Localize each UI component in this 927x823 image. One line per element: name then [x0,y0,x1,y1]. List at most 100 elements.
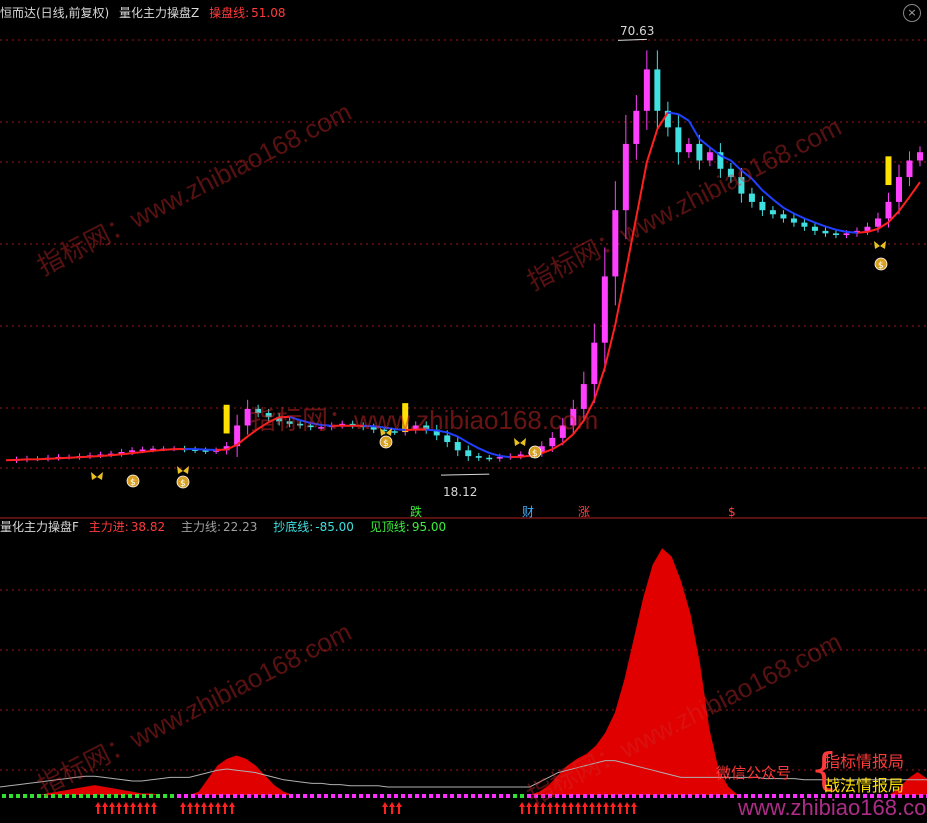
signal-dot [121,794,125,798]
candle-body [391,431,398,433]
signal-dot [156,794,160,798]
signal-dot [660,794,664,798]
candle-body [822,230,829,234]
candle-body [685,143,692,153]
signal-dot [261,794,265,798]
candle-body [790,218,797,223]
signal-dot [793,794,797,798]
buy-arrow [526,802,532,814]
signal-dot [597,794,601,798]
candle-body [780,214,787,219]
buy-arrow [229,802,235,814]
buy-arrow [575,802,581,814]
buy-arrow [201,802,207,814]
signal-dot [254,794,258,798]
candle-body [675,127,682,153]
signal-dot [751,794,755,798]
signal-dot [436,794,440,798]
candle-body [475,456,482,458]
signal-dot [247,794,251,798]
signal-bar-0 [223,404,230,434]
signal-dot [590,794,594,798]
buy-arrow [187,802,193,814]
signal-dot [471,794,475,798]
signal-dot [548,794,552,798]
buy-arrow [382,802,388,814]
candle-body [601,276,608,343]
signal-dot [9,794,13,798]
signal-dot [506,794,510,798]
buy-arrow [396,802,402,814]
candle-body [759,201,766,211]
candle-body [580,384,587,409]
candle-body [591,342,598,385]
buy-arrow [631,802,637,814]
candle-body [748,193,755,202]
signal-dot [674,794,678,798]
signal-dot [786,794,790,798]
signal-dot [51,794,55,798]
signal-dot [107,794,111,798]
buy-arrow [561,802,567,814]
signal-dot [72,794,76,798]
signal-dot [408,794,412,798]
signal-labels: 跌 财 涨 $ [410,504,736,519]
signal-dot [177,794,181,798]
candle-body [885,201,892,219]
signal-dot [527,794,531,798]
signal-dot [422,794,426,798]
signal-dot [583,794,587,798]
main-in-area-shape [0,548,927,795]
signal-dot [618,794,622,798]
signal-dot [723,794,727,798]
signal-dot [198,794,202,798]
candle-body [874,218,881,227]
buy-arrow [540,802,546,814]
signal-dot [219,794,223,798]
signal-dot [667,794,671,798]
buy-arrows [95,802,637,814]
candle-body [832,233,839,236]
candle-body [622,143,629,211]
signal-dot [611,794,615,798]
butterfly-icon [874,241,886,249]
signal-dot [373,794,377,798]
signal-dot [23,794,27,798]
signal-dot [184,794,188,798]
signal-dot [520,794,524,798]
signal-dot [772,794,776,798]
buy-arrow [568,802,574,814]
candle-body [496,456,503,459]
butterfly-icon [514,438,526,446]
signal-dot [765,794,769,798]
signal-dot [688,794,692,798]
candle-body [486,457,493,460]
signal-dot [653,794,657,798]
signal-dot [282,794,286,798]
signal-dot [100,794,104,798]
money-bag-glyph: $ [180,479,186,489]
promo-line-1: 指标情报局 [824,752,905,771]
signal-dot [233,794,237,798]
signal-dot [93,794,97,798]
money-bag-glyph: $ [130,478,136,488]
chart-canvas[interactable]: $ $ $ $ $ 70.63 18.12 跌 财 涨 $ [0,0,927,823]
signal-dot [800,794,804,798]
buy-arrow [582,802,588,814]
signal-dot [114,794,118,798]
signal-dot [289,794,293,798]
candle-body [286,421,293,424]
butterfly-icon [177,466,189,474]
signal-dot [632,794,636,798]
buy-arrow [610,802,616,814]
candle-body [129,450,136,452]
candle-body [465,450,472,457]
candle-body [917,152,923,161]
signal-dot [44,794,48,798]
main-force-area [0,548,927,795]
signal-dot [170,794,174,798]
signal-dot [639,794,643,798]
signal-dot [317,794,321,798]
signal-dot [569,794,573,798]
signal-dot [730,794,734,798]
